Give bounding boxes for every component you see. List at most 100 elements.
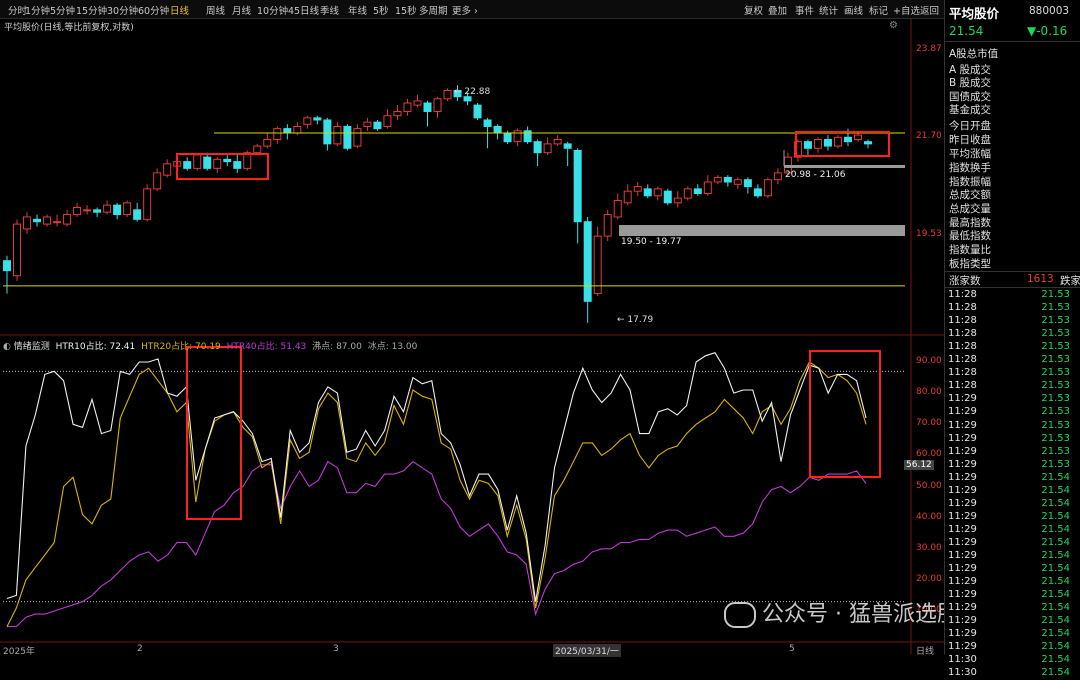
tool-button-4[interactable]: 画线 bbox=[844, 3, 863, 17]
candle-body bbox=[533, 141, 542, 154]
trade-price: 21.54 bbox=[1041, 667, 1070, 679]
indicator-collapse-icon[interactable]: ◐ bbox=[3, 342, 11, 352]
indicator-tick: 60.00 bbox=[916, 449, 942, 459]
trade-price: 21.53 bbox=[1041, 289, 1070, 300]
trade-time: 11:29 bbox=[948, 563, 977, 575]
tool-button-5[interactable]: 标记 bbox=[869, 3, 888, 17]
trade-row: 11:29 21.54 bbox=[945, 550, 1080, 563]
lower-zone-label: 19.50 - 19.77 bbox=[621, 237, 682, 247]
trade-row: 11:29 21.53 bbox=[945, 393, 1080, 406]
trade-price: 21.54 bbox=[1041, 654, 1070, 666]
trade-row: 11:29 21.54 bbox=[945, 485, 1080, 498]
upper-zone-label: 20.98 - 21.06 bbox=[785, 170, 846, 180]
trade-row: 11:29 21.53 bbox=[945, 459, 1080, 472]
candle-body bbox=[13, 223, 22, 277]
period-tab-1[interactable]: 1分钟 bbox=[25, 3, 50, 17]
period-toolbar: 分时 1分钟 5分钟 15分钟 30分钟 60分钟 日线 周线 月线 10分钟 45日线 季线 年线 5秒… bbox=[0, 0, 1080, 19]
period-tab-11[interactable]: 季线 bbox=[320, 3, 339, 17]
candle-body bbox=[323, 119, 332, 145]
candle-body bbox=[343, 125, 352, 149]
candle-body bbox=[843, 136, 852, 143]
period-tab-15[interactable]: 多周期 bbox=[419, 3, 448, 17]
last-price: 21.54 bbox=[949, 24, 984, 38]
trade-time: 11:30 bbox=[948, 654, 977, 666]
candle-body bbox=[503, 132, 512, 143]
candle-body bbox=[183, 161, 192, 169]
indicator-tick: 20.00 bbox=[916, 574, 942, 584]
trade-price: 21.53 bbox=[1041, 328, 1070, 340]
x-tick: 3 bbox=[333, 644, 339, 654]
x-cursor-date: 2025/03/31/一 bbox=[553, 644, 621, 657]
trade-price: 21.54 bbox=[1041, 628, 1070, 640]
candle-body bbox=[733, 179, 742, 185]
candle-body bbox=[703, 181, 712, 194]
candle-body bbox=[823, 138, 832, 147]
period-tab-3[interactable]: 15分钟 bbox=[76, 3, 107, 17]
ice-value: 冰点: 13.00 bbox=[367, 342, 418, 352]
trade-row: 11:29 21.54 bbox=[945, 472, 1080, 485]
period-tab-8[interactable]: 月线 bbox=[232, 3, 251, 17]
trade-row: 11:28 21.53 bbox=[945, 354, 1080, 367]
candle-body bbox=[373, 121, 382, 130]
tool-button-7[interactable]: 返回 bbox=[920, 3, 939, 17]
trade-price: 21.53 bbox=[1041, 458, 1070, 470]
trade-time: 11:28 bbox=[948, 354, 977, 366]
trade-time: 11:29 bbox=[948, 445, 977, 457]
candle-body bbox=[513, 130, 522, 143]
candle-body bbox=[603, 214, 612, 237]
candle-body bbox=[773, 172, 782, 181]
candle-body bbox=[813, 138, 822, 149]
candle-body bbox=[303, 117, 312, 125]
upper-support-zone bbox=[784, 165, 905, 168]
candle-body bbox=[723, 176, 732, 183]
period-tab-9[interactable]: 10分钟 bbox=[257, 3, 288, 17]
period-tab-2[interactable]: 5分钟 bbox=[50, 3, 75, 17]
price-tick: 19.53 bbox=[916, 229, 942, 239]
tool-button-1[interactable]: 叠加 bbox=[768, 3, 787, 17]
period-tab-5[interactable]: 60分钟 bbox=[138, 3, 169, 17]
indicator-name: 情绪监测 bbox=[13, 342, 50, 352]
price-tick: 23.87 bbox=[916, 44, 942, 54]
indicator-current-value: 56.12 bbox=[904, 460, 934, 470]
candle-body bbox=[833, 136, 842, 147]
candle-body bbox=[803, 141, 812, 149]
period-tab-4[interactable]: 30分钟 bbox=[107, 3, 138, 17]
trade-row: 11:28 21.53 bbox=[945, 289, 1080, 302]
trade-time: 11:29 bbox=[948, 602, 977, 614]
indicator-tick: 30.00 bbox=[916, 543, 942, 553]
period-tab-13[interactable]: 5秒 bbox=[373, 3, 389, 17]
candle-body bbox=[253, 145, 262, 154]
candle-body bbox=[583, 221, 592, 302]
candle-body bbox=[743, 179, 752, 188]
lower-support-zone bbox=[619, 225, 905, 236]
high-annotation: ← 22.88 bbox=[454, 87, 491, 97]
tool-button-6[interactable]: +自选 bbox=[893, 3, 920, 17]
candle-body bbox=[233, 161, 242, 169]
period-tab-6[interactable]: 日线 bbox=[170, 3, 189, 17]
period-tab-14[interactable]: 15秒 bbox=[395, 3, 417, 17]
candle-body bbox=[753, 188, 762, 197]
trade-time: 11:29 bbox=[948, 419, 977, 431]
panel-divider bbox=[945, 287, 1080, 288]
chart-area[interactable] bbox=[0, 18, 944, 654]
trade-row: 11:29 21.53 bbox=[945, 406, 1080, 419]
quote-field-label: A股总市值 bbox=[949, 48, 999, 60]
candle-body bbox=[273, 128, 282, 140]
candle-body bbox=[123, 202, 132, 216]
period-tab-7[interactable]: 周线 bbox=[206, 3, 225, 17]
trade-price: 21.53 bbox=[1041, 354, 1070, 366]
boil-value: 沸点: 87.00 bbox=[312, 342, 362, 352]
tool-button-3[interactable]: 统计 bbox=[819, 3, 838, 17]
period-tab-16[interactable]: 更多 › bbox=[452, 3, 478, 17]
trade-price: 21.53 bbox=[1041, 419, 1070, 431]
tool-button-0[interactable]: 复权 bbox=[744, 3, 763, 17]
candlestick-series bbox=[3, 85, 872, 323]
tool-button-2[interactable]: 事件 bbox=[795, 3, 814, 17]
trade-row: 11:30 21.54 bbox=[945, 654, 1080, 667]
period-tab-12[interactable]: 年线 bbox=[348, 3, 367, 17]
period-tab-10[interactable]: 45日线 bbox=[288, 3, 319, 17]
low-annotation: ← 17.79 bbox=[617, 315, 654, 325]
candle-body bbox=[203, 156, 212, 169]
candle-body bbox=[163, 163, 172, 176]
trade-time: 11:29 bbox=[948, 393, 977, 405]
